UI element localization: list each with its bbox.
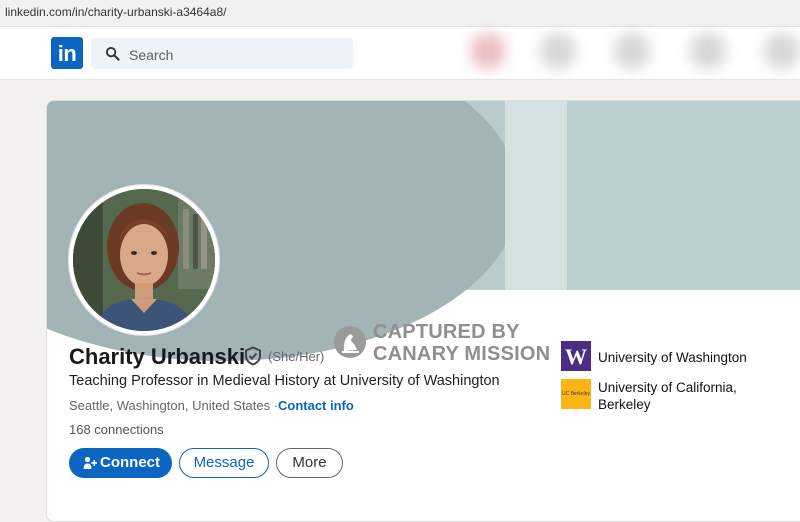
- connect-button[interactable]: Connect: [69, 448, 172, 478]
- education-name-line: Berkeley: [598, 397, 651, 412]
- message-button[interactable]: Message: [179, 448, 269, 478]
- search-icon: [105, 46, 120, 61]
- education-name-line: University of California,: [598, 380, 737, 395]
- uw-logo[interactable]: W: [561, 341, 591, 371]
- watermark-line: CANARY MISSION: [373, 343, 551, 365]
- profile-location: Seattle, Washington, United States ·: [69, 398, 279, 413]
- profile-avatar[interactable]: [69, 185, 219, 335]
- watermark-line: CAPTURED BY: [373, 321, 520, 343]
- nav-notifications-icon[interactable]: [764, 33, 800, 69]
- top-navbar: in: [0, 27, 800, 80]
- linkedin-logo[interactable]: in: [51, 37, 83, 69]
- nav-home-icon[interactable]: [470, 33, 506, 69]
- nav-messaging-icon[interactable]: [690, 33, 726, 69]
- verified-shield-icon[interactable]: [243, 346, 263, 366]
- profile-name: Charity Urbanski: [69, 344, 246, 369]
- connections-count[interactable]: 168 connections: [69, 422, 164, 437]
- pronouns: (She/Her): [268, 349, 325, 364]
- avatar-photo: [73, 189, 215, 331]
- cover-panel: [567, 101, 800, 290]
- add-person-icon: [83, 456, 97, 469]
- education-item-uw[interactable]: University of Washington: [598, 349, 747, 366]
- search-input[interactable]: [127, 44, 346, 66]
- nav-jobs-icon[interactable]: [614, 33, 650, 69]
- search-box[interactable]: [91, 38, 353, 69]
- browser-url-bar[interactable]: linkedin.com/in/charity-urbanski-a3464a8…: [0, 0, 800, 27]
- watermark-text: CAPTURED BY CANARY MISSION: [373, 321, 550, 365]
- url-text[interactable]: linkedin.com/in/charity-urbanski-a3464a8…: [5, 5, 226, 19]
- nav-network-icon[interactable]: [540, 33, 576, 69]
- connect-label: Connect: [100, 454, 160, 471]
- cover-panel: [505, 101, 567, 290]
- education-item-berkeley[interactable]: University of California, Berkeley: [598, 379, 737, 413]
- canary-mission-logo-icon: [334, 326, 366, 358]
- contact-info-link[interactable]: Contact info: [278, 398, 354, 413]
- more-button[interactable]: More: [276, 448, 343, 478]
- profile-headline: Teaching Professor in Medieval History a…: [69, 373, 500, 389]
- uc-berkeley-logo[interactable]: UC Berkeley: [561, 379, 591, 409]
